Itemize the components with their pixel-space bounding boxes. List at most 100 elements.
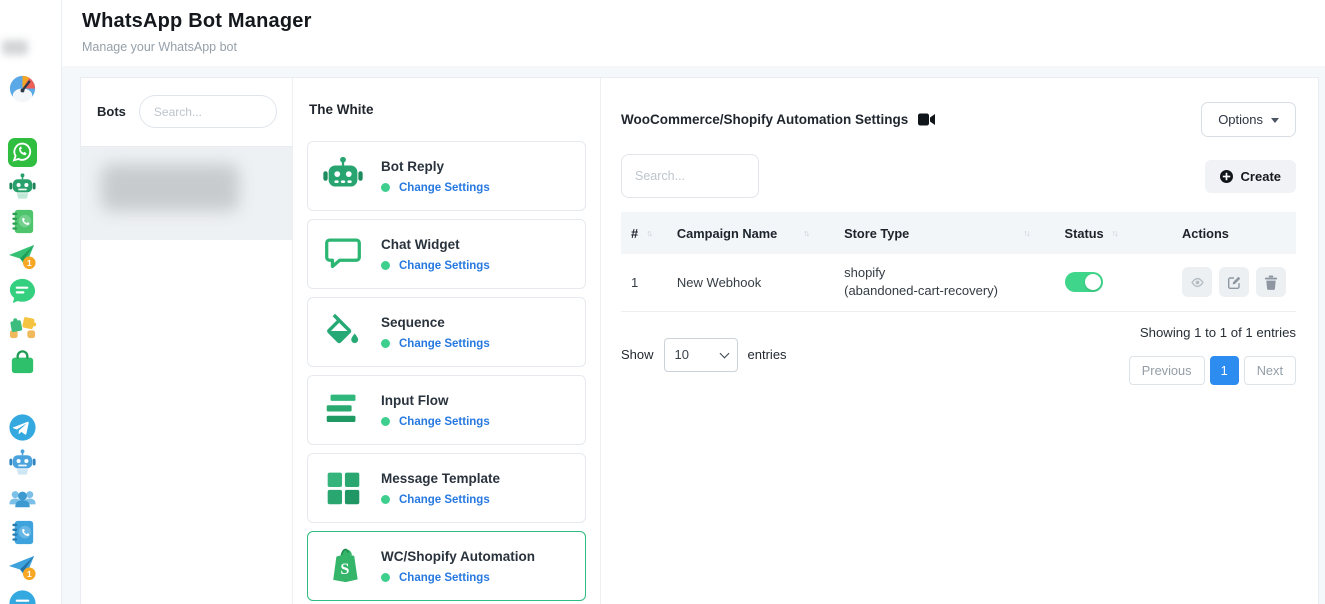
menu-card-label: Input Flow: [381, 393, 490, 408]
delete-button[interactable]: [1256, 267, 1286, 297]
column-header-campaign-name[interactable]: Campaign Name↑↓: [667, 212, 834, 254]
eye-icon: [1190, 275, 1205, 290]
blurred-logo: [2, 40, 28, 55]
sort-icon: ↑↓: [1024, 228, 1045, 238]
sidebar-item-telegram-broadcast[interactable]: 1: [7, 552, 38, 583]
create-button[interactable]: Create: [1205, 160, 1296, 193]
showing-entries-text: Showing 1 to 1 of 1 entries: [1129, 325, 1296, 340]
menu-card-chat-widget[interactable]: Chat Widget Change Settings: [307, 219, 586, 289]
sidebar-item-telegram-chat[interactable]: [7, 588, 38, 604]
bots-search-input[interactable]: [139, 95, 277, 128]
whatsapp-integrations-icon: [7, 311, 38, 342]
sort-icon: ↑↓: [646, 228, 651, 238]
chat-widget-icon: [320, 231, 366, 277]
change-settings-link[interactable]: Change Settings: [399, 416, 490, 428]
telegram-icon: [7, 412, 38, 443]
status-cell: [1055, 254, 1172, 311]
entries-label: entries: [748, 347, 787, 362]
page-size-select[interactable]: 10: [664, 338, 738, 372]
sequence-icon: [320, 309, 366, 355]
show-label: Show: [621, 347, 654, 362]
campaigns-table: #↑↓ Campaign Name↑↓ Store Type↑↓ Status↑…: [621, 212, 1296, 312]
row-index-cell: 1: [621, 254, 667, 311]
bots-panel: Bots: [81, 78, 293, 604]
actions-cell: [1172, 254, 1296, 311]
sidebar-item-telegram-contacts[interactable]: [7, 517, 38, 548]
menu-card-wc-shopify-automation[interactable]: S WC/Shopify Automation Change Settings: [307, 531, 586, 601]
telegram-groups-icon: [7, 483, 38, 514]
options-button-label: Options: [1218, 112, 1263, 127]
page-1-button[interactable]: 1: [1210, 356, 1239, 385]
telegram-chat-icon: [7, 588, 38, 604]
whatsapp-bot-manager-app: 1: [0, 0, 1325, 604]
bots-panel-header: Bots: [81, 78, 292, 146]
bot-reply-icon: [320, 153, 366, 199]
change-settings-link[interactable]: Change Settings: [399, 572, 490, 584]
svg-text:S: S: [340, 559, 349, 578]
notification-badge: 1: [27, 569, 32, 579]
shopify-icon: S: [320, 543, 366, 589]
menu-card-label: Sequence: [381, 315, 490, 330]
main-region: WhatsApp Bot Manager Manage your WhatsAp…: [62, 0, 1325, 604]
next-page-button[interactable]: Next: [1244, 356, 1296, 385]
change-settings-link[interactable]: Change Settings: [399, 338, 490, 350]
sidebar-item-whatsapp-integrations[interactable]: [7, 311, 38, 342]
telegram-broadcast-icon: 1: [7, 552, 38, 583]
automation-settings-panel: WooCommerce/Shopify Automation Settings …: [601, 78, 1318, 604]
column-header-actions: Actions: [1172, 212, 1296, 254]
page-title: WhatsApp Bot Manager: [82, 10, 1325, 33]
previous-page-button[interactable]: Previous: [1129, 356, 1205, 385]
menu-card-input-flow[interactable]: Input Flow Change Settings: [307, 375, 586, 445]
menu-card-label: Message Template: [381, 471, 500, 486]
status-dot: [381, 339, 390, 348]
whatsapp-chat-icon: [7, 276, 38, 307]
whatsapp-contacts-icon: [7, 206, 38, 237]
sidebar-item-whatsapp-shop[interactable]: [7, 347, 38, 378]
status-toggle[interactable]: [1065, 272, 1103, 292]
status-dot: [381, 183, 390, 192]
sort-icon: ↑↓: [803, 228, 824, 238]
store-type-cell: shopify (abandoned-cart-recovery): [834, 254, 1054, 311]
menu-card-sequence[interactable]: Sequence Change Settings: [307, 297, 586, 367]
automation-search-input[interactable]: [621, 154, 759, 198]
status-dot: [381, 417, 390, 426]
change-settings-link[interactable]: Change Settings: [399, 182, 490, 194]
menu-card-message-template[interactable]: Message Template Change Settings: [307, 453, 586, 523]
options-button[interactable]: Options: [1201, 102, 1296, 137]
bot-name-redacted: [101, 164, 239, 211]
app-icon-rail: 1: [0, 0, 62, 604]
change-settings-link[interactable]: Change Settings: [399, 494, 490, 506]
bot-list-item-selected[interactable]: [81, 146, 292, 240]
change-settings-link[interactable]: Change Settings: [399, 260, 490, 272]
sidebar-item-whatsapp[interactable]: [7, 137, 38, 168]
edit-button[interactable]: [1219, 267, 1249, 297]
sidebar-item-telegram-bot[interactable]: [7, 447, 38, 478]
view-button[interactable]: [1182, 267, 1212, 297]
sidebar-item-whatsapp-chat[interactable]: [7, 276, 38, 307]
bots-label: Bots: [97, 104, 126, 119]
table-row: 1 New Webhook shopify (abandoned-cart-re…: [621, 254, 1296, 311]
sidebar-item-dashboard[interactable]: [7, 73, 38, 104]
sidebar-item-whatsapp-broadcast[interactable]: 1: [7, 241, 38, 272]
edit-icon: [1227, 275, 1242, 290]
notification-badge: 1: [27, 258, 32, 268]
whatsapp-icon: [7, 137, 38, 168]
column-header-index[interactable]: #↑↓: [621, 212, 667, 254]
dashboard-icon: [7, 73, 38, 104]
input-flow-icon: [320, 387, 366, 433]
video-tutorial-icon[interactable]: [918, 113, 935, 126]
create-button-label: Create: [1241, 169, 1281, 184]
sidebar-item-telegram-groups[interactable]: [7, 483, 38, 514]
page-subtitle: Manage your WhatsApp bot: [82, 40, 1325, 54]
column-header-status[interactable]: Status↑↓: [1055, 212, 1172, 254]
column-header-store-type[interactable]: Store Type↑↓: [834, 212, 1054, 254]
sidebar-item-whatsapp-bot[interactable]: [7, 171, 38, 202]
sort-icon: ↑↓: [1112, 228, 1117, 238]
sidebar-item-telegram[interactable]: [7, 412, 38, 443]
page-size-control: Show 10 entries: [621, 325, 787, 385]
status-dot: [381, 495, 390, 504]
menu-card-bot-reply[interactable]: Bot Reply Change Settings: [307, 141, 586, 211]
sidebar-item-whatsapp-contacts[interactable]: [7, 206, 38, 237]
page-header: WhatsApp Bot Manager Manage your WhatsAp…: [62, 0, 1325, 66]
chevron-down-icon: [1271, 118, 1279, 123]
